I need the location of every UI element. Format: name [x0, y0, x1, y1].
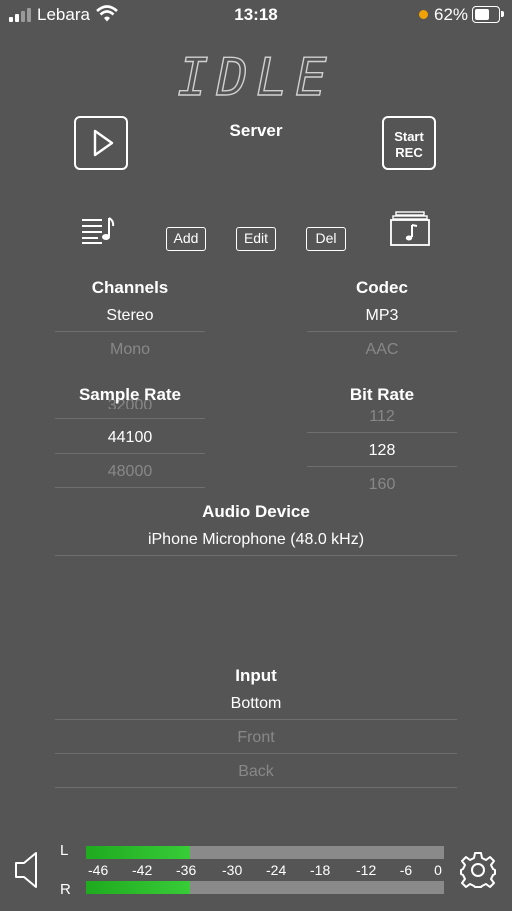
- meter-scale-tick: -6: [399, 862, 413, 878]
- meter-scale-tick: -36: [176, 862, 197, 878]
- start-rec-label-line1: Start: [394, 129, 424, 144]
- codec-selected[interactable]: MP3: [307, 307, 457, 325]
- divider: [55, 453, 205, 454]
- divider: [55, 555, 457, 556]
- music-library-icon[interactable]: [390, 211, 430, 247]
- meter-right-level: [86, 881, 190, 894]
- input-title: Input: [235, 666, 277, 685]
- meter-scale-tick: -24: [266, 862, 287, 878]
- sample-rate-selected[interactable]: 44100: [55, 429, 205, 447]
- meter-left-label: L: [60, 842, 69, 859]
- bit-rate-option-prev[interactable]: 112: [307, 408, 457, 426]
- meter-left-level: [86, 846, 190, 859]
- input-selected[interactable]: Bottom: [0, 695, 512, 713]
- input-option-front[interactable]: Front: [0, 729, 512, 747]
- battery-percent: 62%: [434, 5, 469, 24]
- codec-option[interactable]: AAC: [307, 341, 457, 359]
- meter-scale-tick: -30: [222, 862, 243, 878]
- start-rec-label-line2: REC: [395, 145, 423, 160]
- meter-scale: -46 -42 -36 -30 -24 -18 -12 -6 0: [86, 862, 446, 878]
- bit-rate-option-next[interactable]: 160: [307, 476, 457, 489]
- battery-icon: [472, 6, 500, 23]
- divider: [55, 719, 457, 720]
- meter-right-label: R: [60, 881, 71, 898]
- audio-device-title: Audio Device: [202, 502, 310, 521]
- codec-title: Codec: [356, 278, 408, 297]
- speaker-icon[interactable]: [14, 851, 42, 889]
- sample-rate-option-next[interactable]: 48000: [55, 463, 205, 481]
- meter-scale-tick: -18: [310, 862, 331, 878]
- channels-selected[interactable]: Stereo: [55, 307, 205, 325]
- delete-button[interactable]: Del: [306, 227, 346, 251]
- bit-rate-selected[interactable]: 128: [307, 442, 457, 460]
- divider: [307, 466, 457, 467]
- divider: [55, 787, 457, 788]
- audio-device-selected[interactable]: iPhone Microphone (48.0 kHz): [0, 531, 512, 549]
- input-option-back[interactable]: Back: [0, 763, 512, 781]
- edit-button[interactable]: Edit: [236, 227, 276, 251]
- gear-icon[interactable]: [458, 850, 498, 890]
- divider: [55, 331, 205, 332]
- divider: [55, 487, 205, 488]
- meter-scale-tick: -12: [356, 862, 377, 878]
- bit-rate-title: Bit Rate: [349, 385, 415, 404]
- divider: [307, 331, 457, 332]
- battery-tip: [501, 11, 504, 17]
- meter-left-track: [86, 846, 444, 859]
- start-rec-button[interactable]: Start REC: [382, 116, 436, 170]
- add-button[interactable]: Add: [166, 227, 206, 251]
- recorder-state-display: IDLE: [177, 47, 335, 108]
- meter-scale-tick: -46: [88, 862, 109, 878]
- channels-title: Channels: [91, 278, 169, 297]
- meter-scale-tick: -42: [132, 862, 153, 878]
- meter-scale-tick: 0: [434, 862, 442, 878]
- channels-option[interactable]: Mono: [55, 341, 205, 359]
- divider: [307, 432, 457, 433]
- playlist-icon[interactable]: [82, 216, 116, 244]
- privacy-dot-icon: [419, 10, 428, 19]
- sample-rate-title: Sample Rate: [78, 385, 182, 404]
- divider: [55, 418, 205, 419]
- meter-right-track: [86, 881, 444, 894]
- status-bar: Lebara 13:18 62%: [0, 0, 512, 30]
- divider: [55, 753, 457, 754]
